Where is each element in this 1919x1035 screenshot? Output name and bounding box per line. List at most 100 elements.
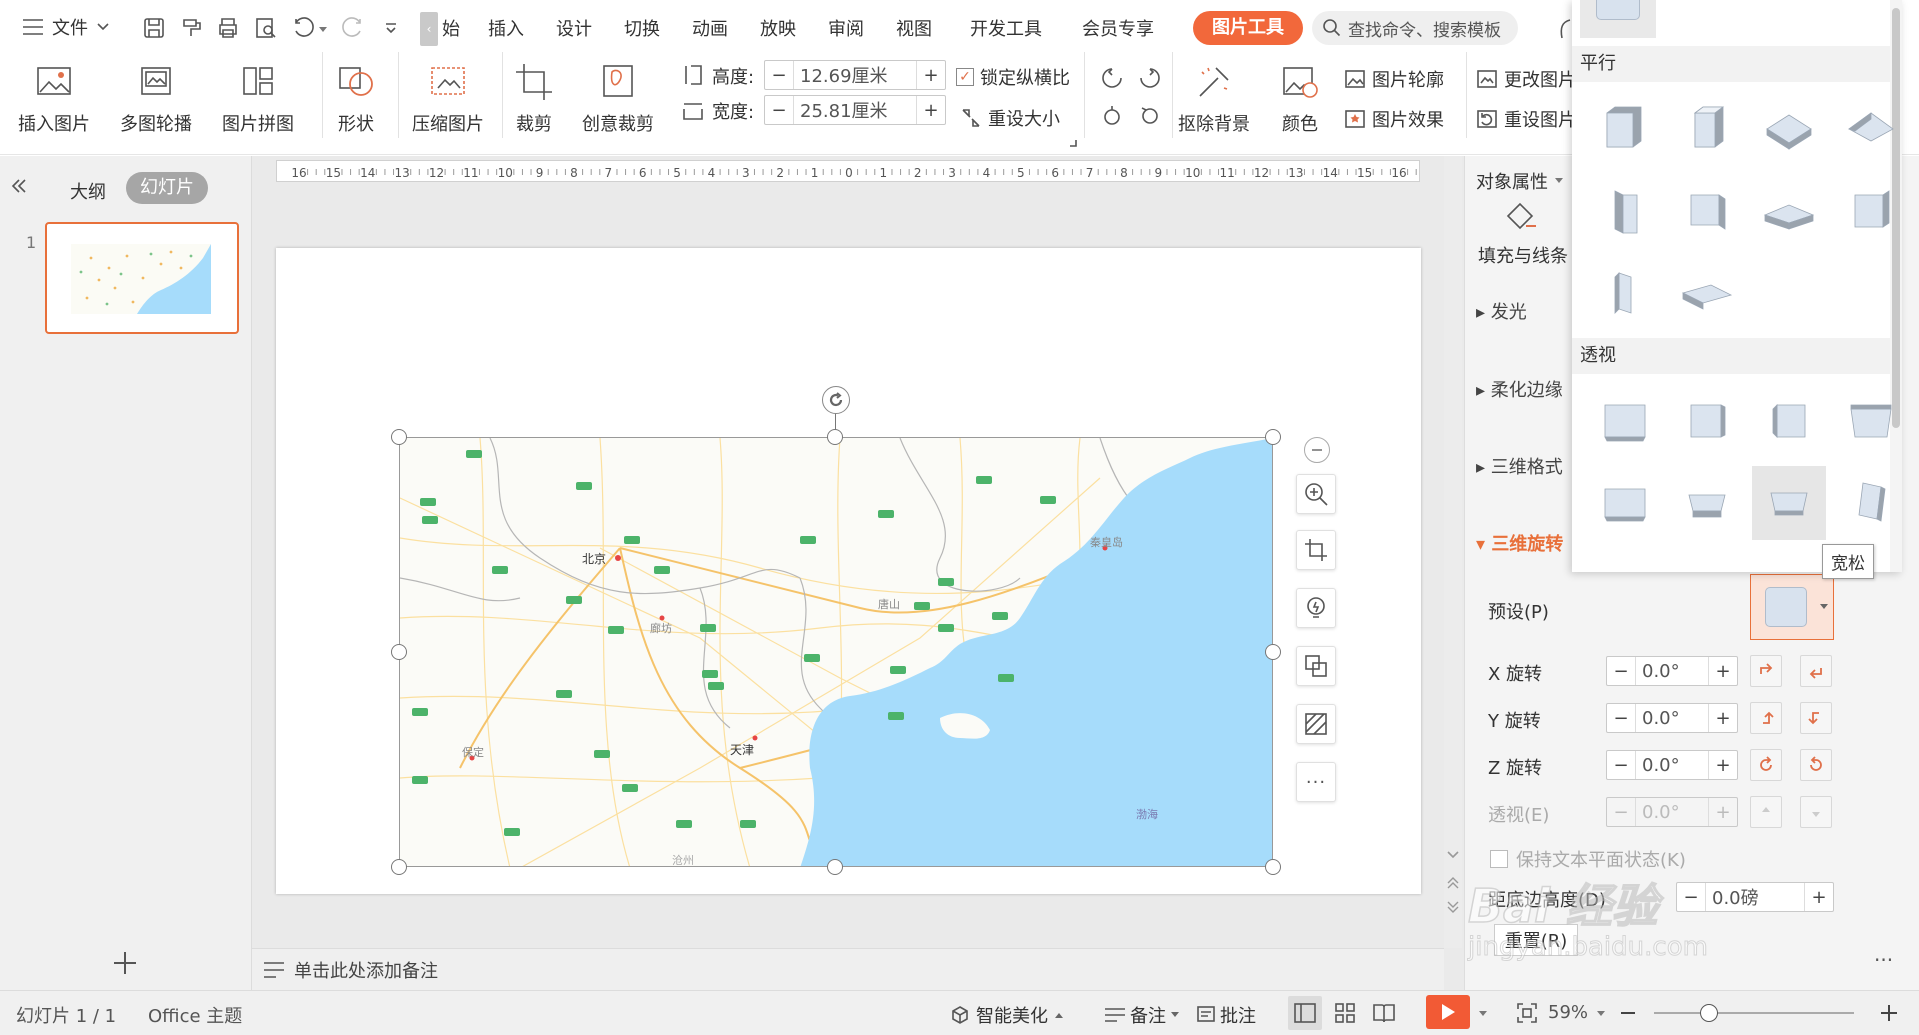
y-rotate-down-button[interactable]: [1800, 702, 1832, 734]
crop-button[interactable]: 裁剪: [514, 62, 554, 136]
soft-edge-section[interactable]: ▸ 柔化边缘: [1476, 376, 1563, 402]
arrow-icon[interactable]: [1558, 18, 1572, 40]
canvas-scrollbar[interactable]: [1444, 156, 1462, 948]
perspective-preset-item[interactable]: [1588, 466, 1662, 540]
perspective-preset-item[interactable]: [1588, 384, 1662, 458]
smart-beautify-button[interactable]: 智能美化: [950, 1002, 1064, 1028]
map-picture[interactable]: 北京 天津 唐山 秦皇岛 廊坊 保定 渤海 沧州: [399, 437, 1273, 867]
customize-toolbar-icon[interactable]: [384, 22, 398, 34]
zoom-picture-tool[interactable]: [1296, 474, 1336, 514]
z-rotation-value[interactable]: 0.0°: [1635, 751, 1709, 779]
height-increase[interactable]: +: [917, 65, 945, 86]
tab-scroll-left[interactable]: ‹: [420, 12, 438, 46]
reset-picture-button[interactable]: 重设图片: [1476, 106, 1576, 132]
y-rotation-decrease[interactable]: −: [1607, 708, 1635, 729]
smart-tool[interactable]: [1296, 588, 1336, 628]
transparency-tool[interactable]: [1296, 704, 1336, 744]
creative-crop-button[interactable]: 创意裁剪: [582, 62, 654, 136]
parallel-preset-item[interactable]: [1834, 174, 1902, 248]
parallel-preset-item[interactable]: [1670, 256, 1744, 330]
resize-handle-ne[interactable]: [1265, 429, 1281, 445]
format-painter-icon[interactable]: [180, 16, 204, 40]
tab-outline[interactable]: 大纲: [70, 178, 106, 204]
fit-window-icon[interactable]: [1516, 1002, 1538, 1024]
x-rotate-left-button[interactable]: [1750, 655, 1782, 687]
rotation-3d-section[interactable]: ▾ 三维旋转: [1476, 530, 1563, 556]
resize-handle-e[interactable]: [1265, 644, 1281, 660]
dialog-launcher-icon[interactable]: [1068, 138, 1078, 148]
tab-member[interactable]: 会员专享: [1082, 15, 1154, 41]
width-spinner[interactable]: − 25.81厘米 +: [764, 95, 946, 125]
crop-tool[interactable]: [1296, 530, 1336, 570]
resize-handle-nw[interactable]: [391, 429, 407, 445]
tab-design[interactable]: 设计: [556, 15, 592, 41]
format-3d-section[interactable]: ▸ 三维格式: [1476, 453, 1563, 479]
multi-carousel-button[interactable]: 多图轮播: [120, 62, 192, 136]
reset-3d-button[interactable]: 重置(R): [1494, 924, 1578, 956]
tab-slides[interactable]: 幻灯片: [126, 172, 208, 204]
change-picture-button[interactable]: 更改图片: [1476, 66, 1576, 92]
width-decrease[interactable]: −: [765, 100, 793, 121]
parallel-preset-item[interactable]: [1670, 174, 1744, 248]
resize-handle-se[interactable]: [1265, 859, 1281, 875]
resize-handle-n[interactable]: [827, 429, 843, 445]
tab-view[interactable]: 视图: [896, 15, 932, 41]
tab-developer[interactable]: 开发工具: [970, 15, 1042, 41]
prev-slide-icon[interactable]: [1446, 875, 1460, 889]
x-rotation-value[interactable]: 0.0°: [1635, 657, 1709, 685]
zoom-level[interactable]: 59%: [1548, 1002, 1588, 1023]
notes-toggle-button[interactable]: 备注: [1104, 1002, 1180, 1028]
next-slide-icon[interactable]: [1446, 900, 1460, 914]
play-slideshow-button[interactable]: [1426, 995, 1470, 1029]
scroll-down-arrow-icon[interactable]: [1446, 850, 1460, 860]
distance-decrease[interactable]: −: [1677, 887, 1705, 908]
zoom-dropdown-icon[interactable]: [1596, 1010, 1606, 1018]
picture-effect-button[interactable]: 图片效果: [1344, 106, 1444, 132]
collapse-panel-icon[interactable]: [10, 178, 28, 194]
zoom-slider-thumb[interactable]: [1700, 1004, 1718, 1022]
picture-outline-button[interactable]: 图片轮廓: [1344, 66, 1444, 92]
tab-transition[interactable]: 切换: [624, 15, 660, 41]
redo-icon[interactable]: [340, 16, 364, 40]
remove-background-button[interactable]: 抠除背景: [1178, 62, 1250, 136]
x-rotation-spinner[interactable]: − 0.0° +: [1606, 656, 1738, 686]
perspective-preset-item[interactable]: [1670, 384, 1744, 458]
perspective-preset-item[interactable]: [1670, 466, 1744, 540]
perspective-preset-item[interactable]: [1752, 466, 1826, 540]
y-rotate-up-button[interactable]: [1750, 702, 1782, 734]
y-rotation-increase[interactable]: +: [1709, 708, 1737, 729]
glow-section[interactable]: ▸ 发光: [1476, 298, 1527, 324]
height-value[interactable]: 12.69厘米: [793, 61, 917, 89]
undo-dropdown-icon[interactable]: [318, 26, 328, 34]
normal-view-button[interactable]: [1288, 996, 1322, 1030]
comment-button[interactable]: 批注: [1196, 1002, 1256, 1028]
notes-area[interactable]: 单击此处添加备注: [252, 948, 1444, 990]
zoom-out-icon[interactable]: [1620, 1006, 1636, 1020]
print-preview-icon[interactable]: [254, 16, 278, 40]
y-rotation-value[interactable]: 0.0°: [1635, 704, 1709, 732]
file-menu[interactable]: 文件: [22, 14, 110, 40]
parallel-preset-item[interactable]: [1588, 92, 1662, 166]
width-value[interactable]: 25.81厘米: [793, 96, 917, 124]
slide-thumbnail[interactable]: [45, 222, 239, 334]
gallery-top-item[interactable]: [1580, 0, 1656, 38]
reset-size-button[interactable]: 重设大小: [960, 105, 1060, 131]
rotate-left-icon[interactable]: [1100, 66, 1124, 90]
x-rotation-increase[interactable]: +: [1709, 661, 1737, 682]
parallel-preset-item[interactable]: [1752, 174, 1826, 248]
z-rotation-spinner[interactable]: − 0.0° +: [1606, 750, 1738, 780]
search-box[interactable]: 查找命令、搜索模板: [1312, 11, 1518, 45]
distance-spinner[interactable]: − 0.0磅 +: [1676, 882, 1834, 912]
tab-review[interactable]: 审阅: [828, 15, 864, 41]
perspective-preset-item[interactable]: [1834, 384, 1902, 458]
zoom-slider[interactable]: [1654, 1012, 1854, 1014]
zoom-in-plus-icon[interactable]: [1880, 1004, 1898, 1022]
object-properties-header[interactable]: 对象属性: [1476, 168, 1564, 194]
insert-picture-button[interactable]: 插入图片: [18, 62, 90, 136]
save-icon[interactable]: [142, 16, 166, 40]
z-rotate-ccw-button[interactable]: [1750, 749, 1782, 781]
x-rotation-decrease[interactable]: −: [1607, 661, 1635, 682]
flip-horizontal-icon[interactable]: [1100, 104, 1124, 128]
fill-line-tab[interactable]: 填充与线条: [1478, 242, 1568, 268]
height-decrease[interactable]: −: [765, 65, 793, 86]
